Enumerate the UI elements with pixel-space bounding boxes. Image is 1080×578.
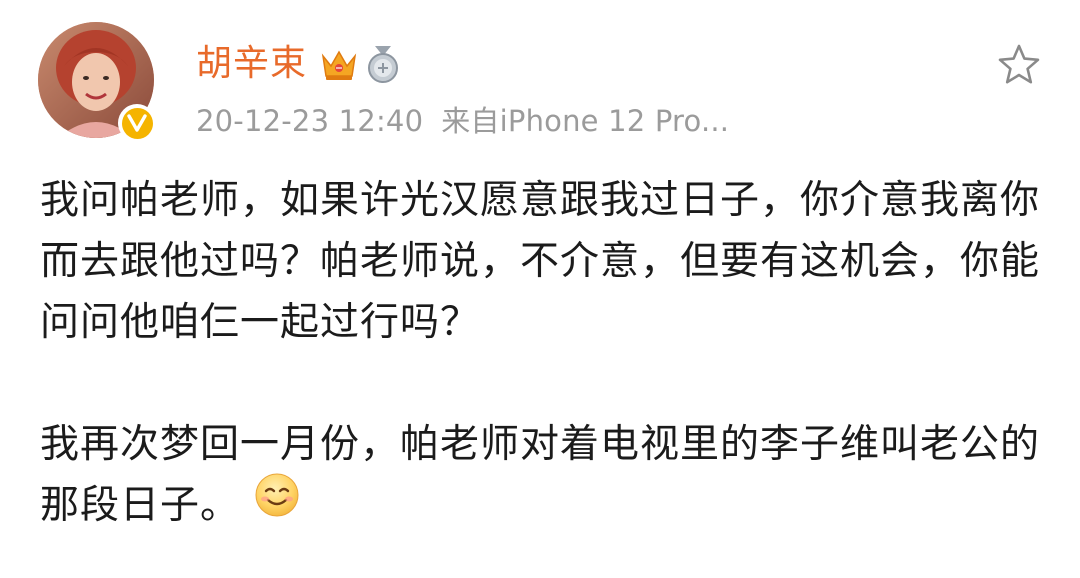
post-paragraph-1: 我问帕老师，如果许光汉愿意跟我过日子，你介意我离你而去跟他过吗？帕老师说，不介意… <box>40 178 1041 345</box>
post-meta: 20-12-23 12:40 来自iPhone 12 Pro... <box>196 98 729 140</box>
weibo-post: 胡辛束 20-12-23 12:40 来自iPhone 12 Pro... 我问帕… <box>0 0 1080 578</box>
post-source[interactable]: 来自iPhone 12 Pro... <box>441 104 729 138</box>
username[interactable]: 胡辛束 <box>196 38 307 90</box>
medal-icon[interactable] <box>365 44 401 84</box>
avatar-container[interactable] <box>38 22 156 142</box>
post-paragraph-2-text: 我再次梦回一月份，帕老师对着电视里的李子维叫老公的那段日子。 <box>40 422 1041 528</box>
crown-vip-icon[interactable] <box>319 46 359 82</box>
verified-v-icon <box>118 104 156 142</box>
smiling-face-emoji <box>254 472 300 536</box>
username-row: 胡辛束 <box>196 38 729 90</box>
timestamp: 20-12-23 12:40 <box>196 104 424 138</box>
post-header: 胡辛束 20-12-23 12:40 来自iPhone 12 Pro... <box>196 38 729 140</box>
post-paragraph-2: 我再次梦回一月份，帕老师对着电视里的李子维叫老公的那段日子。 <box>40 414 1050 540</box>
post-content: 我问帕老师，如果许光汉愿意跟我过日子，你介意我离你而去跟他过吗？帕老师说，不介意… <box>40 170 1050 540</box>
star-outline-icon[interactable] <box>996 42 1042 88</box>
